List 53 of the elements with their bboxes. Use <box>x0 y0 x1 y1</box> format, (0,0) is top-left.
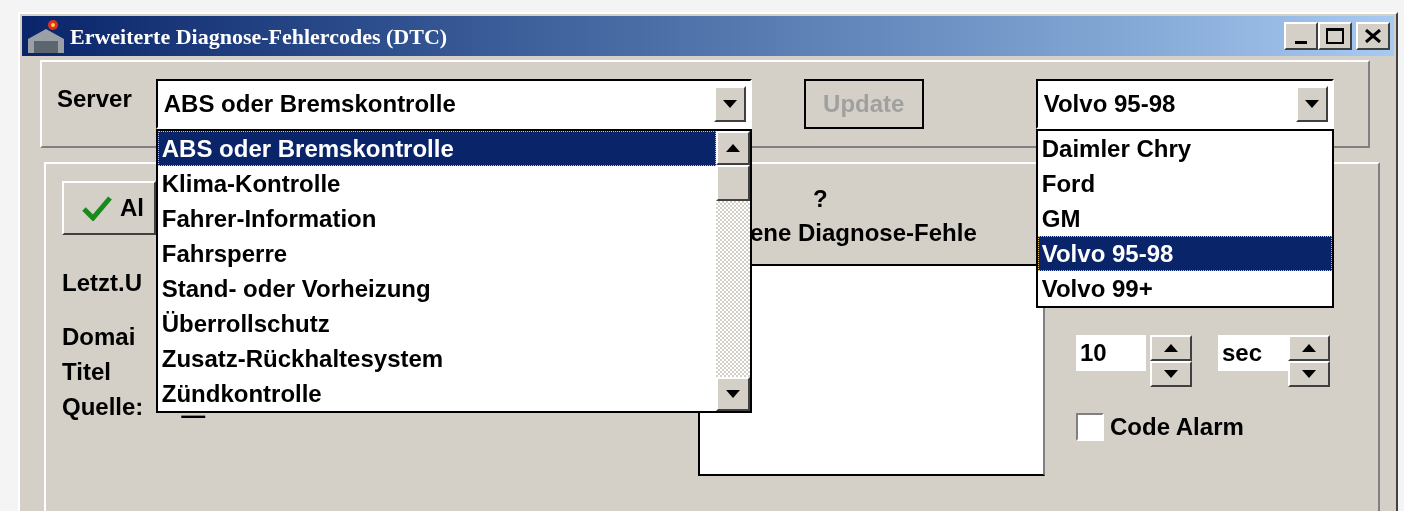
down-arrow-icon <box>1164 370 1178 378</box>
window-title: Erweiterte Diagnose-Fehlercodes (DTC) <box>70 22 448 51</box>
spin-down-button[interactable] <box>1150 361 1192 387</box>
interval-field[interactable]: 10 <box>1076 335 1146 371</box>
dropdown-button[interactable] <box>713 86 746 122</box>
maximize-icon <box>1326 28 1344 44</box>
list-heading: ene Diagnose-Fehle <box>750 218 978 248</box>
info-label: Letzt.U <box>62 268 142 298</box>
scroll-up-button[interactable] <box>715 131 750 165</box>
dropdown-option[interactable]: Klima-Kontrolle <box>157 166 716 201</box>
apply-button[interactable]: Al <box>62 181 156 235</box>
dropdown-option[interactable]: Überrollschutz <box>157 306 716 341</box>
info-label: Domai <box>62 322 136 352</box>
close-button[interactable] <box>1356 22 1390 50</box>
scrollbar[interactable] <box>715 131 750 411</box>
caret-icon <box>722 100 737 108</box>
dropdown-button[interactable] <box>1295 86 1328 122</box>
checkbox[interactable] <box>1076 413 1104 441</box>
source-label: Quelle: <box>62 392 144 422</box>
checkmark-icon <box>82 195 112 221</box>
dropdown-option[interactable]: Daimler Chry <box>1037 131 1332 166</box>
server-label: Server <box>57 84 132 114</box>
spin-up-button[interactable] <box>1288 335 1330 361</box>
dropdown-option[interactable]: Fahrsperre <box>157 236 716 271</box>
minimize-icon <box>1295 41 1307 44</box>
up-arrow-icon <box>725 144 740 152</box>
spin-down-button[interactable] <box>1288 361 1330 387</box>
down-arrow-icon <box>725 390 740 398</box>
dropdown-option[interactable]: Fahrer-Information <box>157 201 716 236</box>
dropdown-option[interactable]: ABS oder Bremskontrolle <box>157 131 716 166</box>
up-arrow-icon <box>1164 344 1178 352</box>
scroll-down-button[interactable] <box>715 377 750 411</box>
caret-icon <box>1304 100 1319 108</box>
dropdown[interactable]: Volvo 95-98 <box>1035 79 1334 129</box>
unit-field[interactable]: sec <box>1218 335 1288 371</box>
down-arrow-icon <box>1302 370 1316 378</box>
checkbox-label: Code Alarm <box>1110 412 1244 442</box>
dropdown-option[interactable]: Stand- oder Vorheizung <box>157 271 716 306</box>
maximize-button[interactable] <box>1318 22 1352 50</box>
close-icon <box>1365 29 1381 43</box>
building-icon <box>26 19 66 53</box>
spin-up-button[interactable] <box>1150 335 1192 361</box>
dropdown-option[interactable]: Ford <box>1037 166 1332 201</box>
up-arrow-icon <box>1302 344 1316 352</box>
info-label: Titel <box>62 357 111 387</box>
dropdown-option[interactable]: Zusatz-Rückhaltesystem <box>157 341 716 376</box>
dropdown-option[interactable]: GM <box>1037 201 1332 236</box>
dropdown-option[interactable]: Volvo 99+ <box>1037 271 1332 306</box>
dropdown[interactable]: ABS oder Bremskontrolle <box>155 79 752 129</box>
minimize-button[interactable] <box>1284 22 1318 50</box>
scrollbar-thumb[interactable] <box>715 165 750 201</box>
dropdown-option[interactable]: Volvo 95-98 <box>1037 236 1332 271</box>
question-mark: ? <box>813 184 829 214</box>
